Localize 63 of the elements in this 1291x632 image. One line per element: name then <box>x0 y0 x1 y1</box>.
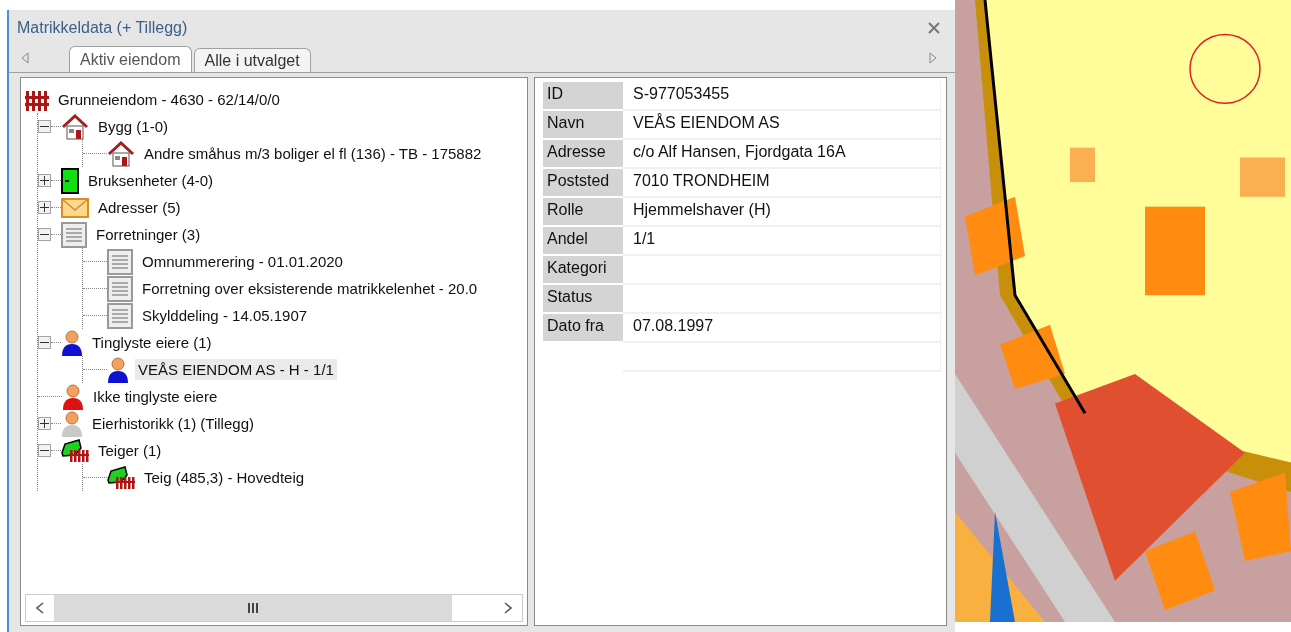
expand-toggle[interactable] <box>38 120 51 133</box>
tree-item[interactable]: Ikke tinglyste eiere <box>90 386 221 407</box>
envelope-icon <box>61 197 89 218</box>
field-label: ID <box>543 82 623 111</box>
field-value: 7010 TRONDHEIM <box>623 169 941 198</box>
expand-toggle[interactable] <box>38 228 51 241</box>
plus-icon <box>40 176 49 185</box>
close-icon <box>928 22 940 34</box>
plus-icon <box>40 203 49 212</box>
tree-item[interactable]: Andre småhus m/3 boliger el fl (136) - TB - 175882 <box>141 143 485 164</box>
field-value: VEÅS EIENDOM AS <box>623 111 941 140</box>
scroll-thumb[interactable] <box>54 595 452 621</box>
house-icon <box>107 140 135 167</box>
field-value: 07.08.1997 <box>623 314 941 343</box>
tree-item[interactable]: Bruksenheter (4-0) <box>85 170 217 191</box>
tab[interactable]: Alle i utvalget <box>193 48 311 72</box>
door-icon <box>61 167 79 194</box>
tab[interactable]: Aktiv eiendom <box>69 46 192 72</box>
tree-item[interactable]: Teig (485,3) - Hovedteig <box>141 467 308 488</box>
field-value: c/o Alf Hansen, Fjordgata 16A <box>623 140 941 169</box>
field-label: Status <box>543 285 623 314</box>
parcel-icon <box>107 465 135 490</box>
tree-item[interactable]: Skylddeling - 14.05.1907 <box>139 305 311 326</box>
tree-item[interactable]: VEÅS EIENDOM AS - H - 1/1 <box>135 359 337 380</box>
expand-toggle[interactable] <box>38 417 51 430</box>
field-value: Hjemmelshaver (H) <box>623 198 941 227</box>
parcel-icon <box>61 438 89 463</box>
field-label: Poststed <box>543 169 623 198</box>
field-label: Dato fra <box>543 314 623 343</box>
field-value: 1/1 <box>623 227 941 256</box>
person-icon <box>107 356 129 383</box>
tree-item[interactable]: Forretninger (3) <box>93 224 204 245</box>
field-label: Adresse <box>543 140 623 169</box>
tree-item[interactable]: Grunneiendom - 4630 - 62/14/0/0 <box>55 89 283 110</box>
person-icon <box>61 329 83 356</box>
tree-item[interactable]: Adresser (5) <box>95 197 184 218</box>
expand-toggle[interactable] <box>38 336 51 349</box>
tree-item[interactable]: Eierhistorikk (1) (Tillegg) <box>89 413 257 434</box>
window-title: Matrikkeldata (+ Tillegg) <box>17 19 188 37</box>
document-icon <box>107 275 133 302</box>
document-icon <box>61 221 87 248</box>
field-label: Navn <box>543 111 623 140</box>
horizontal-scrollbar[interactable] <box>25 594 523 622</box>
field-label: Andel <box>543 227 623 256</box>
chevron-left-icon <box>36 602 44 614</box>
person-icon <box>62 383 84 410</box>
tree-item[interactable]: Teiger (1) <box>95 440 165 461</box>
expand-toggle[interactable] <box>38 174 51 187</box>
fence-icon <box>25 88 49 111</box>
person-icon <box>61 410 83 437</box>
tree-item[interactable]: Tinglyste eiere (1) <box>89 332 215 353</box>
field-value: S-977053455 <box>623 82 941 111</box>
document-icon <box>107 302 133 329</box>
tree-item[interactable]: Bygg (1-0) <box>95 116 172 137</box>
chevron-right-icon <box>504 602 512 614</box>
expand-toggle[interactable] <box>38 201 51 214</box>
tree-item[interactable]: Omnummerering - 01.01.2020 <box>139 251 346 272</box>
tree-item[interactable]: Forretning over eksisterende matrikkelenhet - 20.0 <box>139 278 481 299</box>
expand-toggle[interactable] <box>38 444 51 457</box>
field-label: Kategori <box>543 256 623 285</box>
field-label: Rolle <box>543 198 623 227</box>
plus-icon <box>40 419 49 428</box>
document-icon <box>107 248 133 275</box>
